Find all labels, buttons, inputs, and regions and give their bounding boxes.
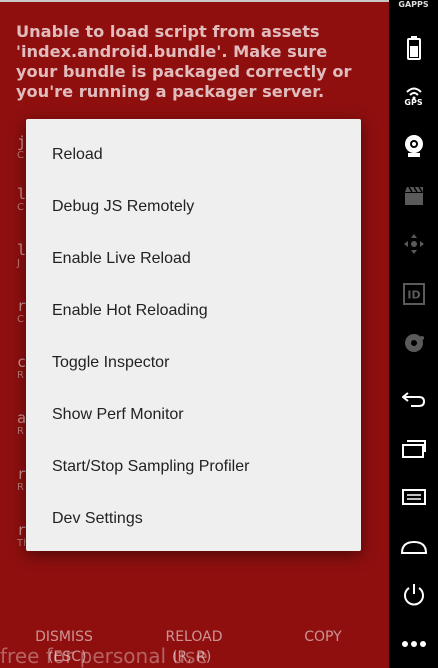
stack-frame-file: R [17, 482, 24, 493]
app-screen: Unable to load script from assets 'index… [0, 0, 389, 668]
error-message: Unable to load script from assets 'index… [16, 22, 352, 101]
stack-frame[interactable]: c R [17, 354, 26, 382]
menu-item-enable-hot-reloading[interactable]: Enable Hot Reloading [26, 285, 361, 337]
emulator-toolbar: GAPPS GPS ID [389, 0, 438, 668]
dpad-icon[interactable] [389, 232, 438, 256]
stack-frame-method: j [17, 133, 27, 151]
stack-frame[interactable]: j C [17, 134, 26, 162]
menu-icon[interactable] [389, 486, 438, 508]
home-icon[interactable] [389, 537, 438, 557]
stack-frame[interactable]: a R [17, 410, 26, 438]
back-icon[interactable] [389, 388, 438, 410]
copy-button[interactable]: COPY [263, 628, 383, 646]
stack-frame[interactable]: r C [17, 298, 26, 326]
gapps-label: GAPPS [398, 0, 429, 9]
menu-item-enable-live-reload[interactable]: Enable Live Reload [26, 233, 361, 285]
stack-frame-method: a [17, 409, 27, 427]
recent-apps-icon[interactable] [389, 438, 438, 460]
menu-item-sampling-profiler[interactable]: Start/Stop Sampling Profiler [26, 441, 361, 493]
stack-frame-file: J [17, 258, 20, 269]
menu-item-dev-settings[interactable]: Dev Settings [26, 493, 361, 545]
menu-item-reload[interactable]: Reload [26, 129, 361, 181]
svg-text:ID: ID [407, 289, 420, 302]
stack-frame-method: r [17, 297, 27, 315]
stack-frame-method: r [17, 465, 27, 483]
status-bar-edge [0, 0, 389, 2]
battery-icon[interactable] [389, 34, 438, 62]
stack-frame-file: R [17, 370, 24, 381]
more-icon[interactable] [389, 634, 438, 654]
stack-frame-method: l [17, 241, 27, 259]
stack-frame-file: C [17, 150, 24, 161]
watermark-text: free for personal use [0, 644, 208, 668]
video-icon[interactable] [389, 184, 438, 208]
stack-frame[interactable]: r R [17, 466, 26, 494]
power-icon[interactable] [389, 581, 438, 609]
stack-frame-file: C [17, 314, 24, 325]
disk-icon[interactable] [389, 331, 438, 355]
stack-frame-method: l [17, 185, 27, 203]
stack-frame[interactable]: l J [17, 242, 26, 270]
id-icon[interactable]: ID [389, 281, 438, 307]
gps-label: GPS [404, 98, 423, 107]
menu-item-debug-js-remotely[interactable]: Debug JS Remotely [26, 181, 361, 233]
menu-item-toggle-inspector[interactable]: Toggle Inspector [26, 337, 361, 389]
stack-frame-file: R [17, 426, 24, 437]
stack-frame-file: C [17, 202, 24, 213]
stack-frame[interactable]: l C [17, 186, 26, 214]
menu-item-show-perf-monitor[interactable]: Show Perf Monitor [26, 389, 361, 441]
camera-icon[interactable] [389, 132, 438, 160]
dev-menu-dialog: Reload Debug JS Remotely Enable Live Rel… [26, 119, 361, 551]
stack-frame-method: c [17, 353, 27, 371]
